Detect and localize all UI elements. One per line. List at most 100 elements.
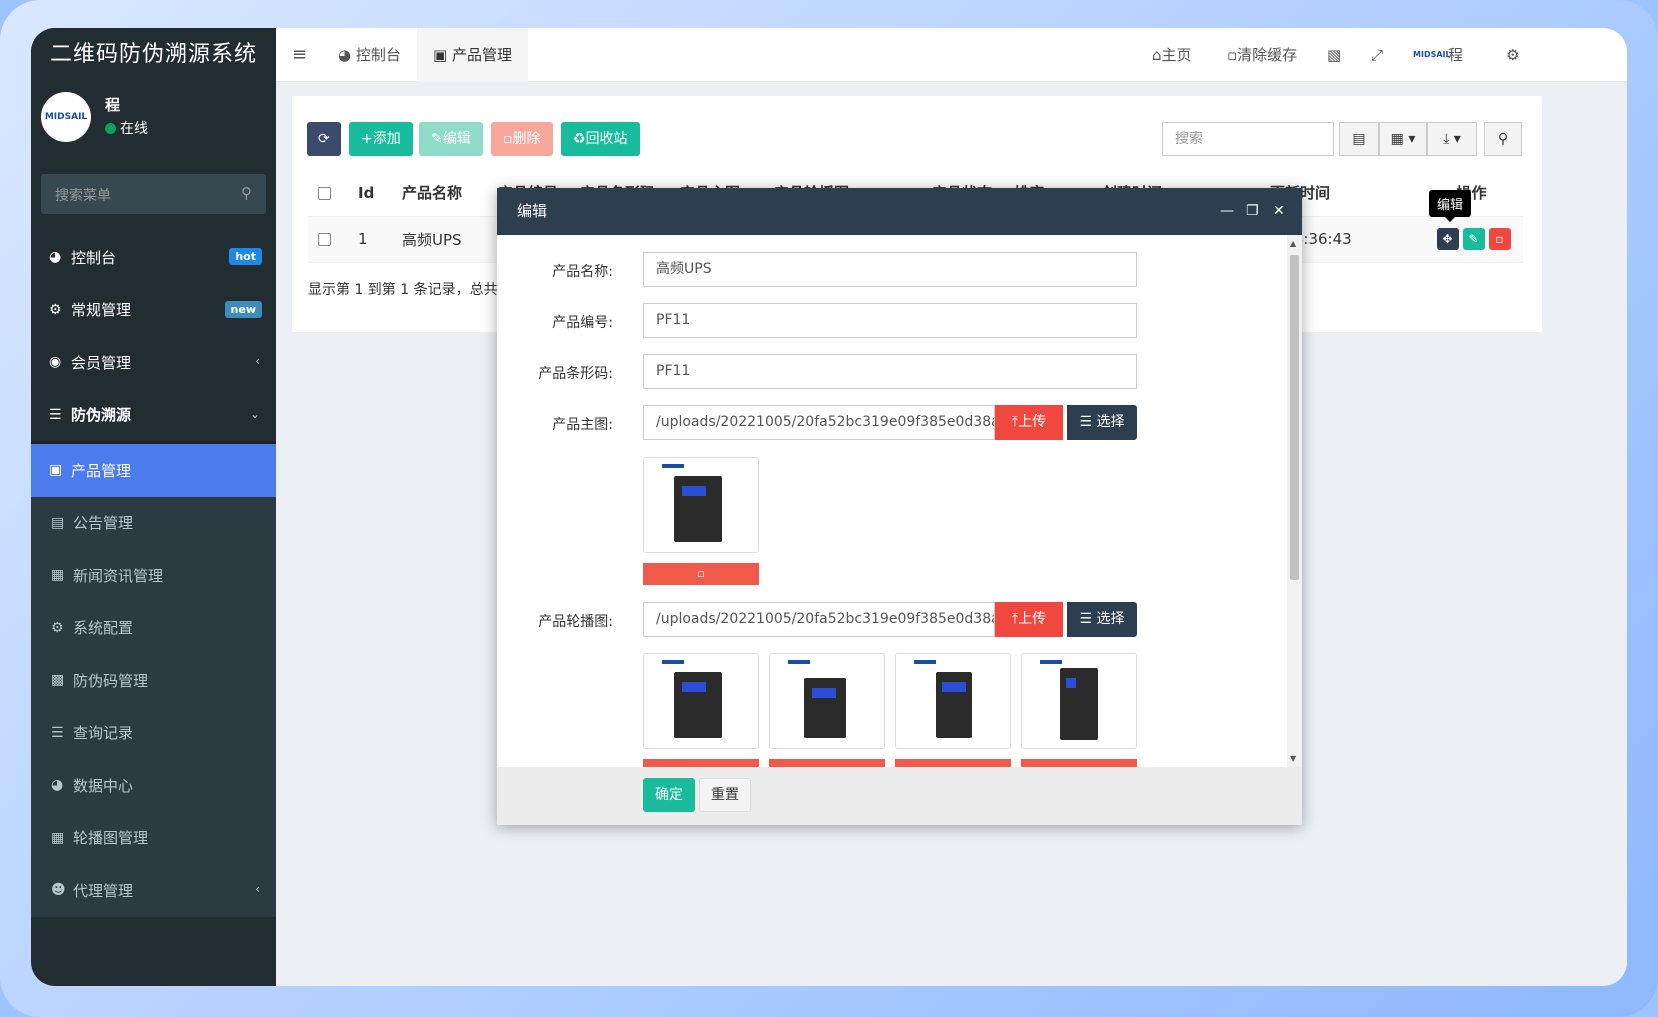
sidebar-item-products[interactable]: ▣ 产品管理 xyxy=(31,444,276,497)
dashboard-icon: ◕ xyxy=(51,777,64,794)
sidebar-item-data[interactable]: ◕ 数据中心 xyxy=(31,759,276,812)
translate-icon[interactable]: ▧ xyxy=(1327,28,1341,82)
confirm-button[interactable]: 确定 xyxy=(643,778,695,812)
maximize-icon[interactable]: ❐ xyxy=(1246,188,1259,235)
sidebar-item-traceability[interactable]: ☰ 防伪溯源 ⌄ xyxy=(31,389,276,442)
sidebar-item-agents[interactable]: ☻ 代理管理 ‹ xyxy=(31,864,276,917)
sidebar-item-news[interactable]: ▦ 新闻资讯管理 xyxy=(31,549,276,602)
checkbox[interactable] xyxy=(318,186,331,200)
sidebar-item-label: 公告管理 xyxy=(73,514,134,533)
minimize-icon[interactable]: — xyxy=(1220,188,1234,235)
toggle-view-icon[interactable]: ▤ xyxy=(1339,122,1379,156)
sidebar-item-queries[interactable]: ☰ 查询记录 xyxy=(31,706,276,759)
search-toggle-icon[interactable]: ⚲ xyxy=(1484,122,1522,156)
upload-label: 上传 xyxy=(1018,414,1047,430)
brand-mark xyxy=(662,464,684,468)
home-link[interactable]: ⌂主页 xyxy=(1152,28,1192,82)
delete-row-icon[interactable]: ▫ xyxy=(1488,228,1511,250)
delete-image-button[interactable] xyxy=(1021,759,1137,767)
user-menu-name[interactable]: 程 xyxy=(1448,28,1463,82)
tab-products[interactable]: ▣ 产品管理 xyxy=(417,28,528,82)
plus-icon: + xyxy=(361,131,373,147)
barcode-field[interactable]: PF11 xyxy=(643,354,1137,389)
reset-button[interactable]: 重置 xyxy=(699,778,751,812)
menu-toggle-icon[interactable]: ≡ xyxy=(292,28,307,82)
cell-id: 1 xyxy=(348,216,392,263)
add-button[interactable]: +添加 xyxy=(349,122,413,156)
column-header[interactable]: Id xyxy=(348,170,392,217)
export-dropdown-icon[interactable]: ⤓ ▾ xyxy=(1427,122,1477,156)
scroll-down-icon[interactable]: ▼ xyxy=(1290,754,1296,763)
product-code-field[interactable]: PF11 xyxy=(643,303,1137,338)
edit-button[interactable]: ✎编辑 xyxy=(419,122,483,156)
home-label: 主页 xyxy=(1161,46,1192,64)
row-checkbox-cell[interactable] xyxy=(308,216,348,263)
app-screen: 二维码防伪溯源系统 MIDSAIL 程 在线 搜索菜单 ⚲ ◕ 控制台 hot … xyxy=(31,28,1627,986)
close-icon[interactable]: ✕ xyxy=(1273,188,1285,235)
delete-image-button[interactable] xyxy=(769,759,885,767)
scrollbar-thumb[interactable] xyxy=(1290,255,1299,580)
refresh-button[interactable]: ⟳ xyxy=(307,122,341,156)
sidebar-item-dashboard[interactable]: ◕ 控制台 hot xyxy=(31,231,276,284)
modal-title: 编辑 xyxy=(517,202,548,220)
carousel-thumbnail xyxy=(895,653,1011,749)
top-navbar: ≡ ◕ 控制台 ▣ 产品管理 ⌂主页 ▫清除缓存 ▧ ⤢ MIDSAIL 程 ⚙ xyxy=(276,28,1627,82)
delete-image-button[interactable] xyxy=(643,759,759,767)
scroll-up-icon[interactable]: ▲ xyxy=(1290,239,1296,248)
clear-cache-button[interactable]: ▫清除缓存 xyxy=(1227,28,1297,82)
chevron-left-icon: ‹ xyxy=(255,882,260,896)
column-header[interactable]: 产品名称 xyxy=(392,170,488,217)
ups-product-image xyxy=(1060,668,1098,740)
upload-label: 上传 xyxy=(1018,611,1047,627)
sidebar-item-config[interactable]: ⚙ 系统配置 xyxy=(31,601,276,654)
choose-button[interactable]: ☰ 选择 xyxy=(1067,602,1137,637)
delete-label: 删除 xyxy=(512,131,541,147)
recycle-bin-button[interactable]: ♻回收站 xyxy=(561,122,640,156)
delete-image-button[interactable]: ▫ xyxy=(643,563,759,585)
sidebar-item-members[interactable]: ◉ 会员管理 ‹ xyxy=(31,336,276,389)
home-icon: ⌂ xyxy=(1152,46,1162,64)
drag-icon[interactable]: ✥ xyxy=(1436,228,1459,250)
columns-dropdown-icon[interactable]: ▦ ▾ xyxy=(1379,122,1427,156)
brand-title[interactable]: 二维码防伪溯源系统 xyxy=(31,28,276,82)
menu-search-input[interactable]: 搜索菜单 ⚲ xyxy=(41,174,266,214)
submenu: ▤ 公告管理 ▦ 新闻资讯管理 ⚙ 系统配置 ▩ 防伪码管理 ☰ 查询记录 ◕ … xyxy=(31,496,276,917)
choose-label: 选择 xyxy=(1096,414,1125,430)
sidebar-item-carousel[interactable]: ▦ 轮播图管理 xyxy=(31,811,276,864)
delete-button[interactable]: ▫删除 xyxy=(491,122,553,156)
user-name: 程 xyxy=(105,96,121,114)
edit-row-icon[interactable]: ✎ xyxy=(1462,228,1485,250)
tab-label: 产品管理 xyxy=(451,46,512,64)
newspaper-icon: ▦ xyxy=(51,567,65,584)
carousel-images-field[interactable]: /uploads/20221005/20fa52bc319e09f385e0d3… xyxy=(643,602,995,637)
sidebar-item-general[interactable]: ⚙ 常规管理 new xyxy=(31,284,276,337)
search-icon[interactable]: ⚲ xyxy=(241,184,252,202)
clear-cache-label: 清除缓存 xyxy=(1237,46,1298,64)
checkbox[interactable] xyxy=(318,233,331,246)
sidebar-item-codes[interactable]: ▩ 防伪码管理 xyxy=(31,654,276,707)
shopping-bag-icon: ▣ xyxy=(433,46,452,64)
user-menu-avatar[interactable]: MIDSAIL xyxy=(1413,28,1451,82)
cell-name: 高频UPS xyxy=(392,216,488,263)
product-name-field[interactable]: 高频UPS xyxy=(643,252,1137,287)
sidebar-item-label: 控制台 xyxy=(71,248,117,267)
sidebar-item-label: 防伪码管理 xyxy=(73,671,149,690)
upload-button[interactable]: ⤒上传 xyxy=(995,602,1063,637)
trash-icon: ▫ xyxy=(503,131,513,147)
tab-dashboard[interactable]: ◕ 控制台 xyxy=(338,28,401,82)
table-search-input[interactable]: 搜索 xyxy=(1162,122,1334,156)
qrcode-icon: ▩ xyxy=(51,672,65,689)
main-image-field[interactable]: /uploads/20221005/20fa52bc319e09f385e0d3… xyxy=(643,405,995,440)
choose-button[interactable]: ☰ 选择 xyxy=(1067,405,1137,440)
sidebar-item-notices[interactable]: ▤ 公告管理 xyxy=(31,496,276,549)
pencil-icon: ✎ xyxy=(431,131,443,147)
fullscreen-icon[interactable]: ⤢ xyxy=(1371,28,1383,82)
delete-image-button[interactable] xyxy=(895,759,1011,767)
control-sidebar-gear-icon[interactable]: ⚙ xyxy=(1506,28,1519,82)
modal-scrollbar[interactable]: ▲ ▼ xyxy=(1287,235,1302,767)
shopping-bag-icon: ▣ xyxy=(49,462,63,479)
upload-button[interactable]: ⤒上传 xyxy=(995,405,1063,440)
trash-icon: ▫ xyxy=(1227,46,1238,64)
select-all-checkbox[interactable] xyxy=(308,170,348,217)
sidebar-item-label: 会员管理 xyxy=(71,353,132,372)
